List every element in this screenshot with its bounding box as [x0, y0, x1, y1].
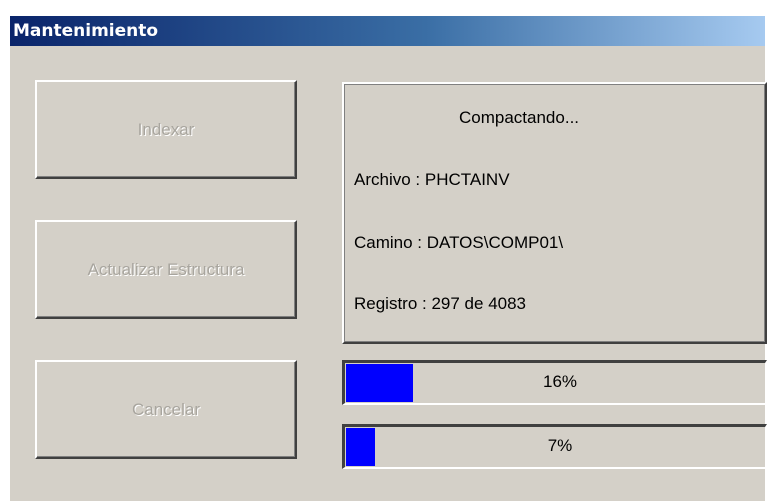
progress-label-secondary: 7% [547, 436, 573, 455]
maintenance-window: Mantenimiento Indexar Actualizar Estruct… [10, 16, 767, 501]
status-panel: Compactando... Archivo : PHCTAINV Camino… [342, 82, 767, 344]
actualizar-estructura-button[interactable]: Actualizar Estructura [35, 220, 297, 319]
title-bar[interactable]: Mantenimiento [10, 16, 765, 46]
camino-label: Camino : DATOS\COMP01\ [354, 233, 564, 252]
progress-bar-primary: 16% [342, 360, 767, 405]
progress-label-primary: 16% [542, 372, 578, 391]
progress-bar-secondary: 7% [342, 424, 767, 469]
window-title: Mantenimiento [13, 21, 159, 41]
status-heading: Compactando... [459, 108, 580, 127]
archivo-label: Archivo : PHCTAINV [354, 170, 510, 189]
indexar-button[interactable]: Indexar [35, 80, 297, 179]
cancelar-button[interactable]: Cancelar [35, 360, 297, 459]
registro-label: Registro : 297 de 4083 [354, 294, 527, 313]
